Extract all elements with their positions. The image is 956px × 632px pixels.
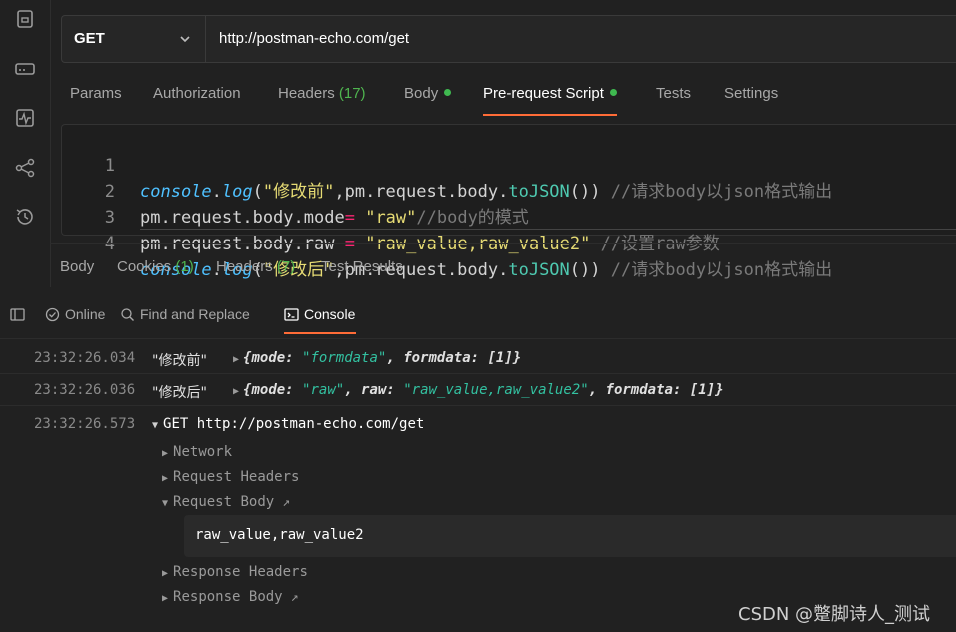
tab-tests[interactable]: Tests <box>656 85 691 114</box>
code-line: 2 pm.request.body.mode= "raw"//body的模式 <box>62 153 529 228</box>
left-sidebar <box>0 0 51 287</box>
log-object[interactable]: ▶ {mode: "formdata", formdata: [1]} <box>233 350 521 366</box>
headers-count: (7) <box>276 258 296 275</box>
request-log-entry: 23:32:26.573 ▼ GET http://postman-echo.co… <box>0 406 956 622</box>
response-tab-body[interactable]: Body <box>60 258 94 275</box>
log-label: "修改前" <box>152 353 207 369</box>
external-link-icon[interactable]: ↗ <box>282 495 290 510</box>
online-label: Online <box>65 306 106 322</box>
console-label: Console <box>304 306 356 322</box>
tab-label: Body <box>60 258 95 275</box>
expand-caret-icon[interactable]: ▶ <box>162 593 168 604</box>
request-body-value: raw_value,raw_value2 <box>195 527 364 543</box>
request-body-value-box: raw_value,raw_value2 <box>184 515 956 557</box>
request-bar: GET http://postman-echo.com/get <box>61 15 956 63</box>
log-timestamp: 23:32:26.573 <box>34 416 136 432</box>
environments-icon[interactable] <box>14 57 36 79</box>
network-section[interactable]: ▶ Network <box>162 444 232 460</box>
status-dot <box>444 89 452 96</box>
expand-caret-icon[interactable]: ▶ <box>162 448 168 459</box>
chevron-down-icon <box>180 36 190 43</box>
log-entry[interactable]: 23:32:26.036 "修改后" ▶ {mode: "raw", raw: "… <box>0 374 956 406</box>
tab-label: Settings <box>724 85 779 102</box>
tab-label: Cookies <box>117 258 172 275</box>
request-headers-section[interactable]: ▶ Request Headers <box>162 469 299 485</box>
log-entry[interactable]: 23:32:26.034 "修改前" ▶ {mode: "formdata", f… <box>0 342 956 374</box>
collections-icon[interactable] <box>14 8 36 30</box>
method-select[interactable]: GET <box>62 16 206 62</box>
code-text: pm.request.body.mode= "raw"//body的模式 <box>140 208 529 228</box>
code-line: 3 pm.request.body.raw = "raw_value,raw_v… <box>62 179 720 254</box>
url-input[interactable]: http://postman-echo.com/get <box>219 30 409 47</box>
tab-headers[interactable]: Headers (17) <box>278 85 366 114</box>
tab-label: Tests <box>656 85 692 102</box>
tab-label: Body <box>404 85 439 102</box>
response-tab-headers[interactable]: Headers (7) <box>216 258 295 275</box>
expand-caret-icon[interactable]: ▶ <box>233 354 239 365</box>
response-tab-test-results[interactable]: Test Results <box>321 258 403 275</box>
tab-label: Test Results <box>321 258 403 275</box>
tab-label: Authorization <box>153 85 241 102</box>
cursor-line <box>140 229 956 230</box>
code-text: console.log("修改前",pm.request.body.toJSON… <box>140 182 833 202</box>
flows-icon[interactable] <box>14 157 36 179</box>
expand-caret-icon[interactable]: ▶ <box>162 473 168 484</box>
code-line: 4 console.log("修改后",pm.request.body.toJS… <box>62 205 832 280</box>
request-body-section[interactable]: ▼ Request Body ↗ <box>162 494 290 510</box>
status-dot <box>609 89 617 96</box>
tab-label: Headers <box>278 85 335 102</box>
find-replace-label: Find and Replace <box>140 306 250 322</box>
tab-settings[interactable]: Settings <box>724 85 778 114</box>
online-status[interactable]: Online <box>45 306 105 322</box>
terminal-icon <box>284 308 299 321</box>
check-circle-icon <box>45 307 60 322</box>
expand-caret-icon[interactable]: ▶ <box>162 568 168 579</box>
response-tabs: Body Cookies (1) Headers (7) Test Result… <box>50 243 956 289</box>
tab-pre-request-script[interactable]: Pre-request Script <box>483 85 617 116</box>
method-label: GET <box>74 30 105 47</box>
response-body-section[interactable]: ▶ Response Body ↗ <box>162 589 298 605</box>
tab-params[interactable]: Params <box>70 85 122 114</box>
external-link-icon[interactable]: ↗ <box>291 590 299 605</box>
status-bar: Online Find and Replace Console <box>0 288 956 339</box>
cookies-count: (1) <box>175 258 194 275</box>
tab-label: Headers <box>216 258 273 275</box>
expand-caret-icon[interactable]: ▶ <box>233 386 239 397</box>
monitors-icon[interactable] <box>14 107 36 129</box>
console-button[interactable]: Console <box>284 306 355 322</box>
find-replace-button[interactable]: Find and Replace <box>120 306 250 322</box>
collapse-caret-icon[interactable]: ▼ <box>162 498 168 509</box>
log-timestamp: 23:32:26.034 <box>34 350 136 366</box>
response-headers-section[interactable]: ▶ Response Headers <box>162 564 308 580</box>
code-line: 1 console.log("修改前",pm.request.body.toJS… <box>62 127 832 202</box>
watermark: CSDN @蹩脚诗人_测试 <box>738 604 931 625</box>
response-tab-cookies[interactable]: Cookies (1) <box>117 258 194 275</box>
headers-count: (17) <box>338 85 366 102</box>
active-tab-indicator <box>284 332 356 334</box>
tab-authorization[interactable]: Authorization <box>153 85 241 114</box>
tab-label: Pre-request Script <box>483 85 604 102</box>
log-timestamp: 23:32:26.036 <box>34 382 136 398</box>
toggle-sidebar-icon[interactable] <box>10 306 30 322</box>
history-icon[interactable] <box>14 206 36 228</box>
request-log-title[interactable]: ▼ GET http://postman-echo.com/get <box>152 416 424 432</box>
tab-body[interactable]: Body <box>404 85 452 114</box>
search-icon <box>121 308 134 321</box>
log-object[interactable]: ▶ {mode: "raw", raw: "raw_value,raw_value… <box>233 382 724 398</box>
script-editor[interactable]: 1 console.log("修改前",pm.request.body.toJS… <box>61 124 956 280</box>
log-label: "修改后" <box>152 385 207 401</box>
tab-label: Params <box>70 85 122 102</box>
collapse-caret-icon[interactable]: ▼ <box>152 420 158 431</box>
